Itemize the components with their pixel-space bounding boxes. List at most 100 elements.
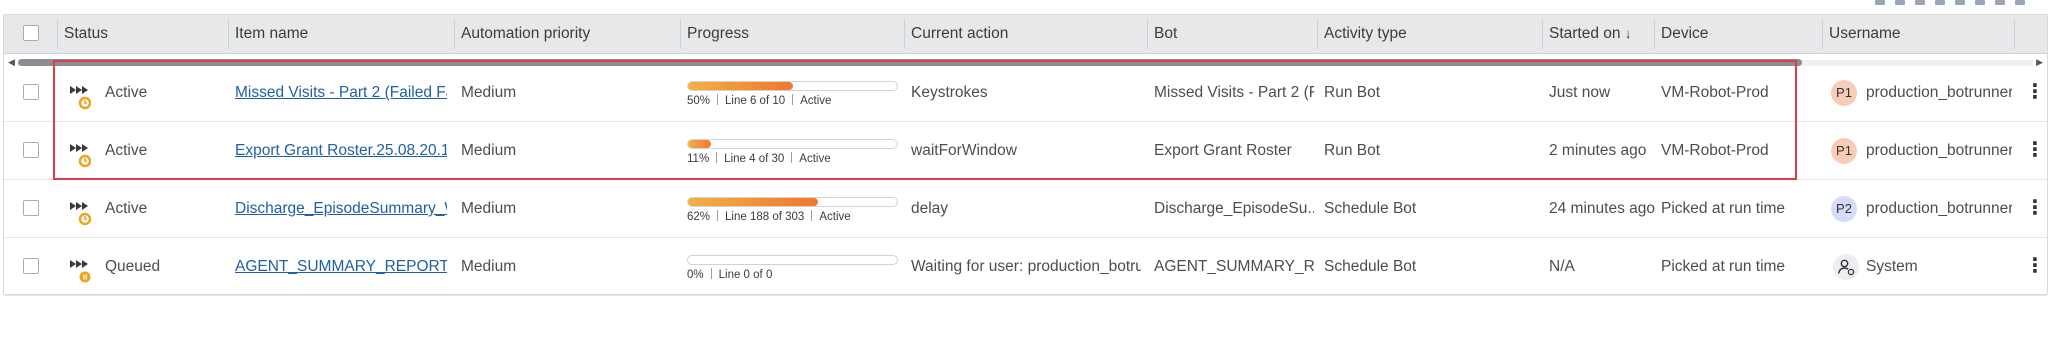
toolbar-icon[interactable] bbox=[1915, 0, 1925, 5]
sort-descending-icon: ↓ bbox=[1624, 26, 1632, 41]
column-header-device[interactable]: Device bbox=[1661, 15, 1708, 53]
column-divider bbox=[1147, 19, 1148, 49]
device-text: Picked at run time bbox=[1661, 200, 1786, 217]
username-text: System bbox=[1866, 258, 1918, 275]
column-header-current-action[interactable]: Current action bbox=[911, 15, 1008, 53]
toolbar-icon[interactable] bbox=[1955, 0, 1965, 5]
status-text: Queued bbox=[105, 258, 161, 275]
row-checkbox[interactable] bbox=[23, 258, 39, 274]
progress-line: Line 4 of 30 bbox=[724, 153, 785, 165]
column-divider bbox=[680, 19, 681, 49]
progress-bar bbox=[687, 255, 898, 265]
more-actions-icon[interactable]: ⋮ bbox=[2025, 180, 2045, 237]
progress-indicator: 0% Line 0 of 0 bbox=[687, 255, 898, 282]
toolbar-icon[interactable] bbox=[1935, 0, 1945, 5]
item-name-link[interactable]: Export Grant Roster.25.08.20.10.... bbox=[235, 122, 447, 179]
progress-meta: 62% Line 188 of 303 Active bbox=[687, 210, 898, 224]
column-divider bbox=[2014, 19, 2015, 49]
progress-meta: 0% Line 0 of 0 bbox=[687, 268, 898, 282]
device-text: VM-Robot-Prod bbox=[1661, 84, 1769, 101]
progress-bar bbox=[687, 197, 898, 207]
bot-name: Missed Visits - Part 2 (F... bbox=[1154, 84, 1314, 101]
progress-bar bbox=[687, 81, 898, 91]
column-header-status[interactable]: Status bbox=[64, 15, 108, 53]
started-on-text: 24 minutes ago bbox=[1549, 200, 1655, 217]
current-action-text: Keystrokes bbox=[911, 84, 988, 101]
username-text: production_botrunner_ bbox=[1866, 200, 2012, 217]
activity-table: Status Item name Automation priority Pro… bbox=[3, 14, 2048, 296]
current-action-text: waitForWindow bbox=[911, 142, 1017, 159]
toolbar-icon[interactable] bbox=[1975, 0, 1985, 5]
more-actions-icon[interactable]: ⋮ bbox=[2025, 122, 2045, 179]
progress-fill bbox=[688, 140, 711, 148]
column-header-started-on[interactable]: Started on ↓ bbox=[1549, 15, 1631, 53]
more-actions-icon[interactable]: ⋮ bbox=[2025, 64, 2045, 121]
progress-percent: 11% bbox=[687, 153, 710, 165]
queued-run-icon bbox=[70, 260, 91, 283]
column-divider bbox=[1654, 19, 1655, 49]
row-checkbox[interactable] bbox=[23, 200, 39, 216]
username-text: production_botrunner_ bbox=[1866, 142, 2012, 159]
progress-state: Active bbox=[800, 95, 832, 107]
column-divider bbox=[57, 19, 58, 49]
toolbar-icon[interactable] bbox=[2015, 0, 2025, 5]
progress-meta: 50% Line 6 of 10 Active bbox=[687, 94, 898, 108]
row-checkbox[interactable] bbox=[23, 142, 39, 158]
progress-indicator: 62% Line 188 of 303 Active bbox=[687, 197, 898, 224]
active-run-icon bbox=[70, 144, 91, 168]
activity-type-text: Schedule Bot bbox=[1324, 258, 1417, 275]
priority-text: Medium bbox=[461, 258, 517, 275]
priority-text: Medium bbox=[461, 84, 517, 101]
column-header-username[interactable]: Username bbox=[1829, 15, 1901, 53]
progress-bar bbox=[687, 139, 898, 149]
progress-indicator: 11% Line 4 of 30 Active bbox=[687, 139, 898, 166]
column-divider bbox=[454, 19, 455, 49]
status-text: Active bbox=[105, 84, 148, 101]
device-text: VM-Robot-Prod bbox=[1661, 142, 1769, 159]
select-all-checkbox[interactable] bbox=[23, 25, 39, 41]
column-header-item-name[interactable]: Item name bbox=[235, 15, 308, 53]
activity-type-text: Run Bot bbox=[1324, 142, 1381, 159]
bot-name: AGENT_SUMMARY_RE... bbox=[1154, 258, 1314, 275]
started-on-text: 2 minutes ago bbox=[1549, 142, 1647, 159]
table-row[interactable]: Queued AGENT_SUMMARY_REPORT.24.... Mediu… bbox=[4, 238, 2047, 296]
progress-fill bbox=[688, 198, 818, 206]
bot-name: Export Grant Roster bbox=[1154, 142, 1292, 159]
bot-name: Discharge_EpisodeSu... bbox=[1154, 200, 1314, 217]
column-divider bbox=[1317, 19, 1318, 49]
toolbar-icon[interactable] bbox=[1895, 0, 1905, 5]
toolbar-icon[interactable] bbox=[1875, 0, 1885, 5]
progress-percent: 50% bbox=[687, 95, 711, 107]
item-name-link[interactable]: AGENT_SUMMARY_REPORT.24.... bbox=[235, 238, 447, 295]
status-text: Active bbox=[105, 142, 148, 159]
column-header-activity-type[interactable]: Activity type bbox=[1324, 15, 1407, 53]
status-text: Active bbox=[105, 200, 148, 217]
toolbar-icon[interactable] bbox=[1995, 0, 2005, 5]
device-text: Picked at run time bbox=[1661, 258, 1786, 275]
active-run-icon bbox=[70, 86, 91, 110]
system-user-icon bbox=[1833, 254, 1859, 280]
column-header-bot[interactable]: Bot bbox=[1154, 15, 1177, 53]
table-row[interactable]: Active Missed Visits - Part 2 (Failed Fa… bbox=[4, 64, 2047, 122]
column-header-automation-priority[interactable]: Automation priority bbox=[461, 15, 590, 53]
started-on-text: Just now bbox=[1549, 84, 1611, 101]
progress-line: Line 0 of 0 bbox=[718, 269, 773, 281]
column-header-progress[interactable]: Progress bbox=[687, 15, 749, 53]
row-checkbox[interactable] bbox=[23, 84, 39, 100]
column-divider bbox=[1542, 19, 1543, 49]
table-row[interactable]: Active Discharge_EpisodeSummary_W... Med… bbox=[4, 180, 2047, 238]
avatar: P1 bbox=[1831, 80, 1857, 106]
current-action-text: Waiting for user: production_botru... bbox=[911, 258, 1141, 275]
item-name-link[interactable]: Discharge_EpisodeSummary_W... bbox=[235, 180, 447, 237]
table-row[interactable]: Active Export Grant Roster.25.08.20.10..… bbox=[4, 122, 2047, 180]
progress-line: Line 188 of 303 bbox=[725, 211, 805, 223]
column-header-started-on-label: Started on bbox=[1549, 25, 1621, 42]
item-name-link[interactable]: Missed Visits - Part 2 (Failed Faxe... bbox=[235, 64, 447, 121]
username-text: production_botrunner_ bbox=[1866, 84, 2012, 101]
avatar: P1 bbox=[1831, 138, 1857, 164]
started-on-text: N/A bbox=[1549, 258, 1575, 275]
avatar: P2 bbox=[1831, 196, 1857, 222]
top-toolbar-strip bbox=[0, 0, 2049, 12]
table-header: Status Item name Automation priority Pro… bbox=[4, 15, 2047, 54]
more-actions-icon[interactable]: ⋮ bbox=[2025, 238, 2045, 295]
